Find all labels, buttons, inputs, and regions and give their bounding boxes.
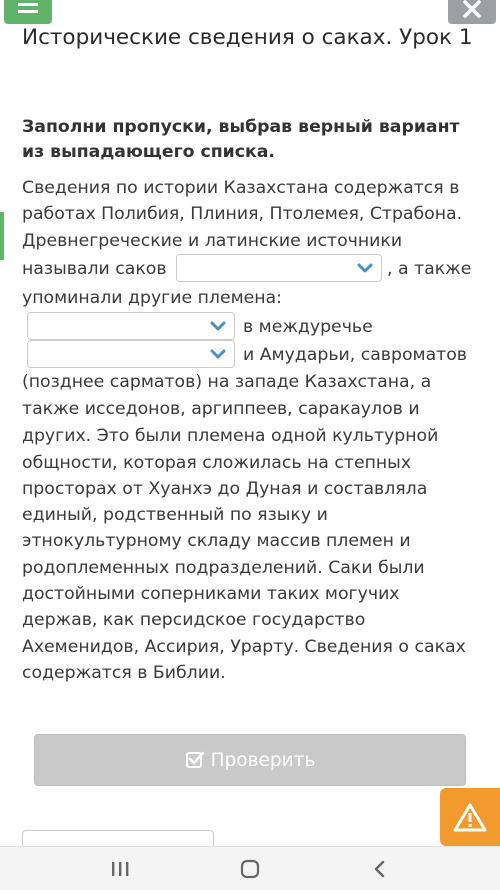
close-button[interactable] bbox=[448, 0, 496, 24]
text-line: содержатся в Библии. bbox=[22, 663, 226, 683]
check-button-label: Проверить bbox=[210, 749, 316, 771]
report-problem-button[interactable] bbox=[440, 788, 500, 846]
chevron-down-icon bbox=[210, 349, 226, 359]
text-line: и Амударьи, савроматов bbox=[243, 345, 467, 365]
text-line: , а также bbox=[387, 259, 472, 279]
menu-button[interactable] bbox=[4, 0, 52, 24]
text-line: достойными соперниками таких могучих bbox=[22, 584, 400, 604]
text-line: Ахеменидов, Ассирия, Урарту. Сведения о … bbox=[22, 637, 466, 657]
text-line: просторах от Хуанхэ до Дуная и составлял… bbox=[22, 479, 428, 499]
text-line: в междуречье bbox=[243, 317, 373, 337]
nav-back[interactable] bbox=[366, 857, 394, 881]
dropdown-saki-name[interactable] bbox=[176, 254, 382, 282]
text-line: других. Это были племена одной культурно… bbox=[22, 426, 439, 446]
warning-icon bbox=[453, 803, 487, 832]
recent-apps-icon bbox=[112, 862, 129, 876]
menu-icon bbox=[18, 3, 38, 13]
nav-home[interactable] bbox=[236, 857, 264, 881]
home-icon bbox=[240, 859, 260, 879]
android-navbar bbox=[0, 846, 500, 890]
check-square-icon bbox=[185, 751, 204, 768]
text-line: держав, как персидское государство bbox=[22, 610, 366, 630]
text-line: (позднее сарматов) на западе Казахстана,… bbox=[22, 372, 432, 392]
side-tab[interactable] bbox=[0, 212, 4, 260]
check-button[interactable]: Проверить bbox=[34, 734, 466, 786]
text-line: называли саков bbox=[22, 259, 167, 279]
instruction-text: Заполни пропуски, выбрав верный вариант … bbox=[22, 117, 460, 162]
back-icon bbox=[374, 860, 385, 878]
nav-recent-apps[interactable] bbox=[106, 857, 134, 881]
chevron-down-icon bbox=[210, 321, 226, 331]
text-line: родоплеменных подразделений. Саки были bbox=[22, 558, 425, 578]
close-icon bbox=[463, 0, 481, 18]
text-line: общности, которая сложилась на степных bbox=[22, 453, 412, 473]
text-line: упоминали другие племена: bbox=[22, 288, 282, 308]
page-title: Исторические сведения о саках. Урок 1 bbox=[22, 25, 473, 50]
text-line: этнокультурному складу массив племен и bbox=[22, 531, 411, 551]
text-line: Сведения по истории Казахстана содержатс… bbox=[22, 178, 460, 198]
text-line: также исседонов, аргиппеев, саракаулов и bbox=[22, 399, 420, 419]
text-line: работах Полибия, Плиния, Птолемея, Страб… bbox=[22, 204, 463, 224]
text-line: Древнегреческие и латинские источники bbox=[22, 231, 403, 251]
chevron-down-icon bbox=[357, 263, 373, 273]
text-line: единый, родственный по языку и bbox=[22, 505, 328, 525]
dropdown-river[interactable] bbox=[27, 340, 235, 368]
dropdown-tribe-1[interactable] bbox=[27, 312, 235, 340]
